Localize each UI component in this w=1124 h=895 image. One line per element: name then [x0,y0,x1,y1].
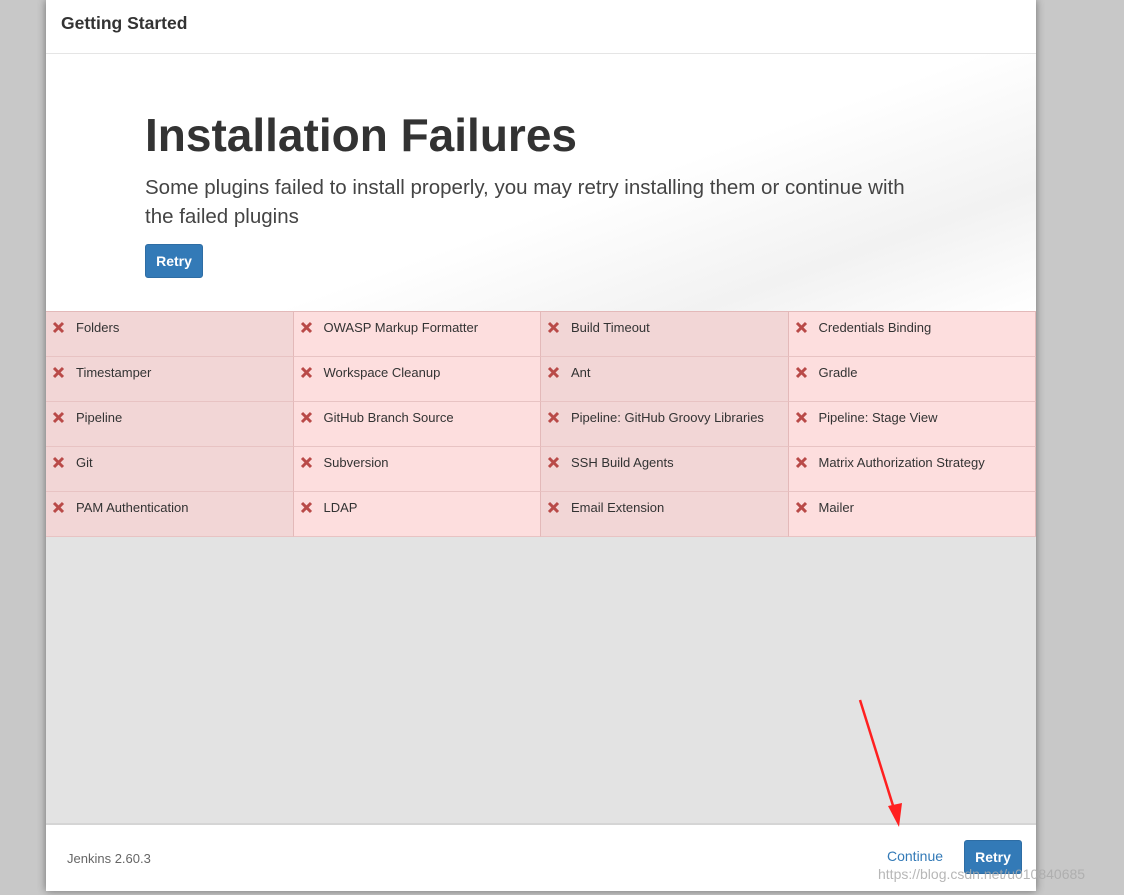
plugin-name: Subversion [323,455,389,470]
plugin-name: Ant [571,365,591,380]
plugin-item: PAM Authentication [46,492,294,537]
failed-x-icon [795,501,807,514]
failed-x-icon [795,366,807,379]
plugin-item: Mailer [788,492,1036,537]
failed-x-icon [547,321,560,334]
failed-x-icon [795,411,807,424]
plugin-item: Credentials Binding [788,312,1036,357]
plugin-name: GitHub Branch Source [323,410,454,425]
plugin-item: Folders [46,312,294,357]
plugin-item: Pipeline: Stage View [788,402,1036,447]
plugin-name: Matrix Authorization Strategy [818,455,985,470]
plugin-name: Build Timeout [571,320,650,335]
continue-link[interactable]: Continue [887,848,943,864]
plugin-item: Timestamper [46,357,294,402]
plugin-name: LDAP [323,500,358,515]
failed-x-icon [52,411,65,424]
plugin-name: SSH Build Agents [571,455,674,470]
failed-x-icon [547,411,560,424]
plugin-name: Pipeline [76,410,123,425]
failed-x-icon [52,366,65,379]
plugin-item: Git [46,447,294,492]
failed-x-icon [795,456,807,469]
plugin-name: PAM Authentication [76,500,189,515]
plugin-item: Subversion [293,447,541,492]
retry-button[interactable]: Retry [145,244,203,278]
plugin-name: Gradle [818,365,858,380]
plugin-item: LDAP [293,492,541,537]
failed-x-icon [52,321,65,334]
plugin-name: Pipeline: Stage View [818,410,938,425]
failed-plugins-grid: Folders OWASP Markup Formatter Build Timeo… [46,311,1036,537]
failed-x-icon [52,456,65,469]
version-label: Jenkins 2.60.3 [67,851,151,866]
failed-x-icon [300,366,312,379]
plugin-item: Build Timeout [541,312,789,357]
plugin-item: Workspace Cleanup [293,357,541,402]
plugin-item: Matrix Authorization Strategy [788,447,1036,492]
plugin-item: Ant [541,357,789,402]
plugin-name: Git [76,455,93,470]
failed-x-icon [547,456,560,469]
plugin-item: Pipeline: GitHub Groovy Libraries [541,402,789,447]
plugin-name: Folders [76,320,120,335]
plugin-item: Email Extension [541,492,789,537]
plugin-item: Gradle [788,357,1036,402]
dialog-title: Getting Started [61,13,188,33]
failed-x-icon [300,411,312,424]
failed-x-icon [795,321,807,334]
page-subtitle: Some plugins failed to install properly,… [145,176,905,228]
failed-x-icon [547,366,560,379]
plugin-item: SSH Build Agents [541,447,789,492]
hero-section: Installation Failures Some plugins faile… [46,54,1036,311]
plugin-item: OWASP Markup Formatter [293,312,541,357]
plugin-item: GitHub Branch Source [293,402,541,447]
dialog-header: Getting Started [46,0,1036,54]
failed-x-icon [547,501,560,514]
watermark: https://blog.csdn.net/u010840685 [878,866,1086,882]
plugin-name: Credentials Binding [818,320,932,335]
failed-x-icon [300,321,312,334]
plugin-name: Email Extension [571,500,665,515]
failed-x-icon [300,501,312,514]
failed-x-icon [300,456,312,469]
plugin-name: OWASP Markup Formatter [323,320,479,335]
plugin-name: Pipeline: GitHub Groovy Libraries [571,410,764,425]
plugin-name: Workspace Cleanup [323,365,441,380]
plugin-name: Timestamper [76,365,152,380]
failed-x-icon [52,501,65,514]
page-title: Installation Failures [145,109,577,161]
empty-content-area [46,537,1036,823]
plugin-name: Mailer [818,500,854,515]
plugin-item: Pipeline [46,402,294,447]
setup-wizard-dialog: Getting Started Installation Failures So… [46,0,1036,891]
